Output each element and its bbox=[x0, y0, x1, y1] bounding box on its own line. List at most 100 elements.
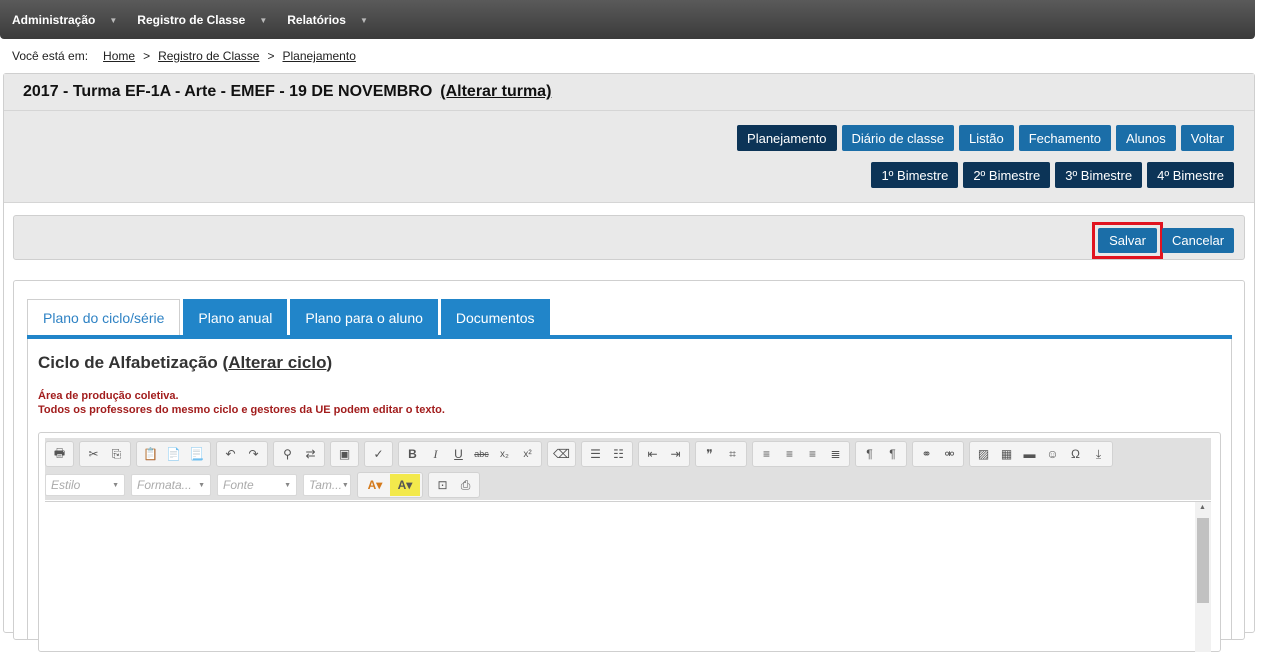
tab-plano-para-o-aluno[interactable]: Plano para o aluno bbox=[290, 299, 438, 336]
subscript-icon[interactable]: x₂ bbox=[493, 443, 516, 465]
editor-text-area[interactable]: ▲ bbox=[45, 501, 1211, 652]
superscript-icon[interactable]: x² bbox=[516, 443, 539, 465]
bold-icon[interactable]: B bbox=[401, 443, 424, 465]
underline-icon[interactable]: U bbox=[447, 443, 470, 465]
style-select-label: Estilo bbox=[51, 478, 81, 492]
italic-icon[interactable]: I bbox=[424, 443, 447, 465]
scrollbar-thumb[interactable] bbox=[1197, 518, 1209, 603]
div-container-icon[interactable]: ⌗ bbox=[721, 443, 744, 465]
special-char-icon[interactable]: Ω bbox=[1064, 443, 1087, 465]
smiley-icon[interactable]: ☺ bbox=[1041, 443, 1064, 465]
alunos-button[interactable]: Alunos bbox=[1116, 125, 1176, 151]
listao-button[interactable]: Listão bbox=[959, 125, 1014, 151]
indent-icon[interactable]: ⇥ bbox=[664, 443, 687, 465]
tab-documentos[interactable]: Documentos bbox=[440, 299, 550, 336]
toolbar-group: 📋 📄 📃 bbox=[136, 441, 211, 467]
breadcrumb-home[interactable]: Home bbox=[103, 49, 135, 63]
breadcrumb-prefix: Você está em: bbox=[12, 49, 89, 63]
nav-label: Registro de Classe bbox=[137, 12, 246, 27]
outdent-icon[interactable]: ⇤ bbox=[641, 443, 664, 465]
remove-format-icon[interactable]: ⌫ bbox=[550, 443, 573, 465]
toolbar-group: B I U abc x₂ x² bbox=[398, 441, 542, 467]
planejamento-button[interactable]: Planejamento bbox=[737, 125, 837, 151]
main-actions-row: Planejamento Diário de classe Listão Fec… bbox=[737, 125, 1234, 151]
strikethrough-icon[interactable]: abc bbox=[470, 443, 493, 465]
select-all-icon[interactable]: ▣ bbox=[333, 443, 356, 465]
nav-label: Relatórios bbox=[287, 12, 346, 27]
unlink-icon[interactable]: ⚮ bbox=[938, 443, 961, 465]
breadcrumb-planejamento[interactable]: Planejamento bbox=[282, 49, 355, 63]
save-highlight: Salvar bbox=[1092, 222, 1163, 259]
page-break-icon[interactable]: ⤓ bbox=[1087, 443, 1110, 465]
bimestre-4-button[interactable]: 4º Bimestre bbox=[1147, 162, 1234, 188]
content-box: Plano do ciclo/série Plano anual Plano p… bbox=[13, 280, 1245, 652]
find-icon[interactable]: ⚲ bbox=[276, 443, 299, 465]
toolbar-group: ▣ bbox=[330, 441, 359, 467]
change-cycle-link[interactable]: Alterar ciclo bbox=[228, 353, 326, 372]
format-select-label: Formata... bbox=[137, 478, 192, 492]
bg-color-icon[interactable]: A▾ bbox=[390, 474, 420, 496]
save-button[interactable]: Salvar bbox=[1098, 228, 1157, 253]
justify-icon[interactable]: ≣ bbox=[824, 443, 847, 465]
replace-icon[interactable]: ⇄ bbox=[299, 443, 322, 465]
main-panel: 2017 - Turma EF-1A - Arte - EMEF - 19 DE… bbox=[3, 73, 1255, 652]
toolbar-group: A▾ A▾ bbox=[357, 472, 423, 498]
size-select-label: Tam... bbox=[309, 478, 342, 492]
size-select[interactable]: Tam... ▼ bbox=[303, 474, 351, 496]
style-select[interactable]: Estilo ▼ bbox=[45, 474, 125, 496]
table-icon[interactable]: ▦ bbox=[995, 443, 1018, 465]
collective-notice: Área de produção coletiva. Todos os prof… bbox=[38, 389, 445, 417]
tab-plano-ciclo-serie[interactable]: Plano do ciclo/série bbox=[27, 299, 181, 336]
bimestre-1-button[interactable]: 1º Bimestre bbox=[871, 162, 959, 188]
format-select[interactable]: Formata... ▼ bbox=[131, 474, 211, 496]
numbered-list-icon[interactable]: ☰ bbox=[584, 443, 607, 465]
top-nav: Administração ▼ Registro de Classe ▼ Rel… bbox=[0, 0, 1255, 39]
bimestre-2-button[interactable]: 2º Bimestre bbox=[963, 162, 1051, 188]
nav-item-relatorios[interactable]: Relatórios ▼ bbox=[287, 13, 368, 27]
toolbar-group: ⚭ ⚮ bbox=[912, 441, 964, 467]
image-icon[interactable]: ▨ bbox=[972, 443, 995, 465]
align-center-icon[interactable]: ≡ bbox=[778, 443, 801, 465]
diario-de-classe-button[interactable]: Diário de classe bbox=[841, 125, 955, 151]
nav-item-administracao[interactable]: Administração ▼ bbox=[12, 13, 117, 27]
undo-icon[interactable]: ↶ bbox=[219, 443, 242, 465]
page-title: 2017 - Turma EF-1A - Arte - EMEF - 19 DE… bbox=[23, 83, 433, 100]
redo-icon[interactable]: ↷ bbox=[242, 443, 265, 465]
rtl-icon[interactable]: ¶ bbox=[881, 443, 904, 465]
tab-plano-anual[interactable]: Plano anual bbox=[183, 299, 288, 336]
copy-icon[interactable]: ⎘ bbox=[105, 443, 128, 465]
change-class-link[interactable]: (Alterar turma) bbox=[440, 83, 551, 101]
show-blocks-icon[interactable]: ⎙ bbox=[454, 474, 477, 496]
align-right-icon[interactable]: ≡ bbox=[801, 443, 824, 465]
font-select-label: Fonte bbox=[223, 478, 254, 492]
paste-word-icon[interactable]: 📃 bbox=[185, 443, 208, 465]
button-area: Planejamento Diário de classe Listão Fec… bbox=[4, 111, 1254, 203]
paste-icon[interactable]: 📋 bbox=[139, 443, 162, 465]
scroll-up-icon[interactable]: ▲ bbox=[1199, 504, 1206, 511]
horizontal-rule-icon[interactable]: ▬ bbox=[1018, 443, 1041, 465]
paste-text-icon[interactable]: 📄 bbox=[162, 443, 185, 465]
bimestre-3-button[interactable]: 3º Bimestre bbox=[1055, 162, 1143, 188]
bulleted-list-icon[interactable]: ☷ bbox=[607, 443, 630, 465]
text-color-icon[interactable]: A▾ bbox=[360, 474, 390, 496]
spellcheck-icon[interactable]: ✓ bbox=[367, 443, 390, 465]
chevron-down-icon: ▼ bbox=[112, 481, 119, 489]
font-select[interactable]: Fonte ▼ bbox=[217, 474, 297, 496]
bimester-row: 1º Bimestre 2º Bimestre 3º Bimestre 4º B… bbox=[871, 162, 1234, 188]
blockquote-icon[interactable]: ❞ bbox=[698, 443, 721, 465]
ltr-icon[interactable]: ¶ bbox=[858, 443, 881, 465]
fechamento-button[interactable]: Fechamento bbox=[1018, 125, 1111, 151]
maximize-icon[interactable]: ⊡ bbox=[431, 474, 454, 496]
breadcrumb-registro-de-classe[interactable]: Registro de Classe bbox=[158, 49, 259, 63]
toolbar-group: ⚲ ⇄ bbox=[273, 441, 325, 467]
voltar-button[interactable]: Voltar bbox=[1180, 125, 1234, 151]
nav-item-registro-de-classe[interactable]: Registro de Classe ▼ bbox=[137, 13, 267, 27]
rich-text-editor: 🖶 ✂ ⎘ 📋 📄 📃 ↶ ↷ ⚲ ⇄ ▣ ✓ B I U abc x₂ x² … bbox=[38, 432, 1221, 652]
print-icon[interactable]: 🖶 bbox=[48, 443, 71, 465]
cancel-button[interactable]: Cancelar bbox=[1162, 228, 1235, 253]
notice-line-1: Área de produção coletiva. bbox=[38, 390, 179, 402]
cut-icon[interactable]: ✂ bbox=[82, 443, 105, 465]
chevron-down-icon: ▼ bbox=[341, 481, 349, 489]
link-icon[interactable]: ⚭ bbox=[915, 443, 938, 465]
align-left-icon[interactable]: ≡ bbox=[755, 443, 778, 465]
